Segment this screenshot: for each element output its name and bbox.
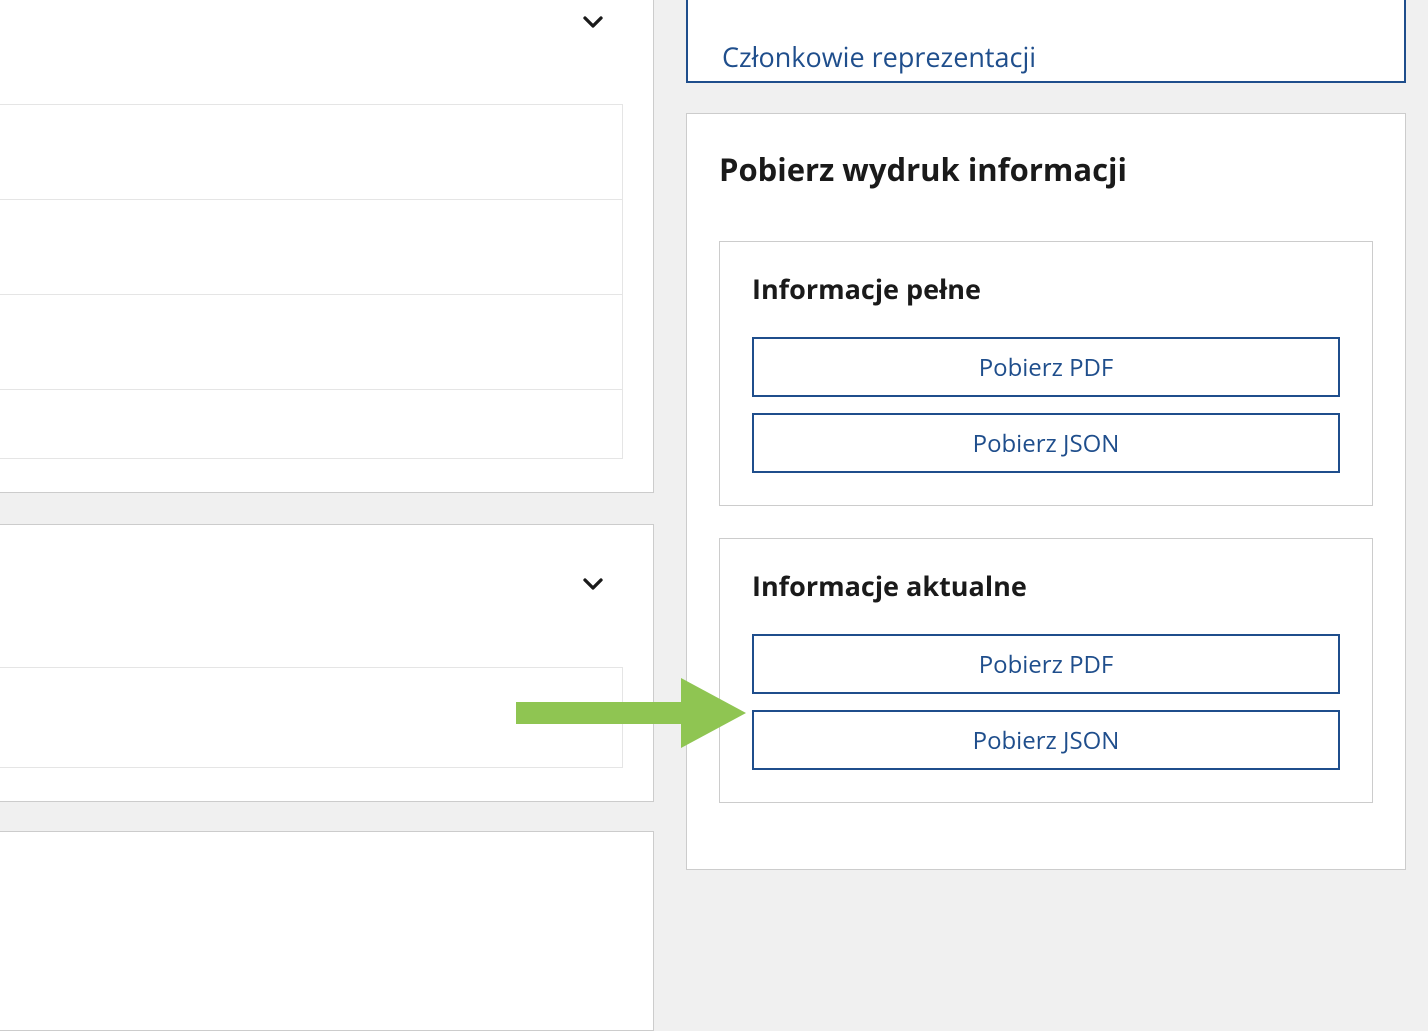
list-item [0, 199, 623, 295]
chevron-down-icon[interactable] [577, 568, 609, 605]
list-item [0, 294, 623, 390]
download-full-pdf-button[interactable]: Pobierz PDF [752, 337, 1340, 397]
current-info-title: Informacje aktualne [752, 567, 1340, 604]
current-info-box: Informacje aktualne Pobierz PDF Pobierz … [719, 538, 1373, 803]
download-current-json-button[interactable]: Pobierz JSON [752, 710, 1340, 770]
members-link[interactable]: Członkowie reprezentacji [722, 38, 1036, 75]
annotation-arrow-icon [516, 678, 746, 753]
download-full-json-button[interactable]: Pobierz JSON [752, 413, 1340, 473]
panel-title: Pobierz wydruk informacji [719, 149, 1373, 191]
full-info-title: Informacje pełne [752, 270, 1340, 307]
chevron-down-icon[interactable] [577, 6, 609, 43]
full-info-box: Informacje pełne Pobierz PDF Pobierz JSO… [719, 241, 1373, 506]
left-panel-bottom [0, 831, 654, 1031]
download-info-panel: Pobierz wydruk informacji Informacje peł… [686, 113, 1406, 870]
navigation-panel: Członkowie reprezentacji [686, 0, 1406, 83]
list-item [0, 104, 623, 200]
list-item [0, 389, 623, 459]
left-column [0, 0, 654, 918]
right-column: Członkowie reprezentacji Pobierz wydruk … [686, 0, 1428, 918]
download-current-pdf-button[interactable]: Pobierz PDF [752, 634, 1340, 694]
